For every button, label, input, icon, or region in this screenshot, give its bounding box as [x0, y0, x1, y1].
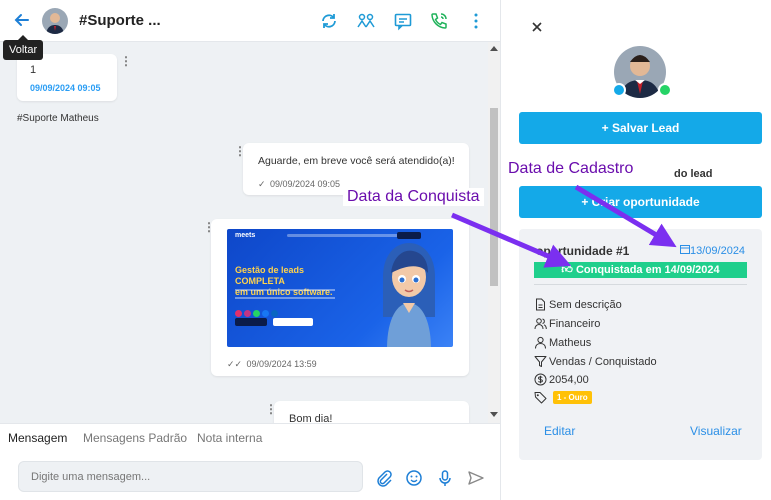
composer-tabs: Mensagem Mensagens Padrão Nota interna — [0, 423, 500, 453]
message-text: 1 — [30, 64, 37, 76]
thumbs-up-icon: 👍︎ — [561, 264, 576, 276]
phone-icon[interactable] — [429, 11, 449, 31]
section-title: do lead — [674, 168, 713, 180]
scroll-thumb[interactable] — [490, 108, 498, 286]
users-icon — [534, 318, 547, 330]
message-text: Bom dia! — [289, 413, 333, 423]
chat-header: #Suporte ... — [0, 0, 500, 42]
message-options-icon[interactable]: ⋮ — [120, 55, 132, 67]
read-check-icon: ✓✓ — [227, 359, 243, 369]
plus-icon: + — [601, 121, 612, 135]
chat-scrollbar[interactable] — [488, 42, 500, 423]
more-options-icon[interactable] — [466, 11, 486, 31]
tag-icon — [534, 392, 547, 404]
sync-badge-icon — [612, 83, 626, 97]
annotation-created-label: Data de Cadastro — [504, 160, 638, 178]
save-lead-button[interactable]: + Salvar Lead — [519, 112, 762, 144]
tab-message[interactable]: Mensagem — [8, 431, 67, 445]
message-text: Aguarde, em breve você será atendido(a)! — [258, 155, 455, 167]
card-divider — [534, 284, 747, 285]
message-input[interactable] — [18, 461, 363, 492]
message-bubble-outgoing: Bom dia! — [274, 401, 469, 423]
whatsapp-badge-icon — [658, 83, 672, 97]
annotation-won-label: Data da Conquista — [343, 188, 484, 206]
scroll-down-icon[interactable] — [490, 412, 498, 417]
microphone-icon[interactable] — [436, 469, 454, 487]
message-time: 09/09/2024 09:05 — [270, 179, 341, 189]
chat-messages-area[interactable]: 1 09/09/2024 09:05 ⋮ #Suporte Matheus ⋮ … — [0, 42, 488, 423]
tab-internal-note[interactable]: Nota interna — [197, 431, 262, 445]
create-opportunity-button[interactable]: + Criar oportunidade — [519, 186, 762, 218]
created-date: 13/09/2024 — [680, 244, 745, 257]
edit-link[interactable]: Editar — [544, 424, 575, 438]
message-time: 09/09/2024 09:05 — [30, 83, 101, 93]
tab-standard-messages[interactable]: Mensagens Padrão — [83, 431, 187, 445]
send-icon[interactable] — [467, 469, 485, 487]
transfer-users-icon[interactable] — [356, 11, 376, 31]
message-bubble-incoming: 1 09/09/2024 09:05 — [17, 54, 117, 101]
calendar-icon — [680, 245, 690, 254]
contact-avatar[interactable] — [42, 8, 68, 34]
plus-icon: + — [581, 195, 592, 209]
preview-logo: meets — [235, 232, 256, 239]
document-icon — [536, 298, 545, 311]
scroll-up-icon[interactable] — [490, 46, 498, 51]
sender-label: #Suporte Matheus — [17, 113, 99, 124]
user-icon — [535, 336, 546, 349]
website-preview-image[interactable]: meets Gestão de leads COMPLETA em um únic… — [227, 229, 453, 347]
opportunity-title: oportunidade #1 — [536, 244, 630, 258]
view-link[interactable]: Visualizar — [690, 424, 742, 438]
won-status-badge: 👍︎ Conquistada em 14/09/2024 — [534, 262, 747, 278]
back-arrow-icon[interactable] — [12, 10, 32, 30]
emoji-icon[interactable] — [405, 469, 423, 487]
detail-tag — [534, 391, 550, 405]
back-tooltip: Voltar — [3, 35, 44, 60]
close-icon[interactable] — [529, 19, 545, 35]
character-illustration — [383, 243, 435, 347]
attach-icon[interactable] — [375, 469, 393, 487]
sync-icon[interactable] — [319, 11, 339, 31]
dollar-icon — [534, 373, 547, 386]
funnel-icon — [534, 356, 547, 367]
contact-title[interactable]: #Suporte ... — [79, 12, 161, 29]
message-icon[interactable] — [393, 11, 413, 31]
tag-badge: 1 - Ouro — [553, 391, 592, 404]
sent-check-icon: ✓ — [258, 179, 266, 189]
message-time: 09/09/2024 13:59 — [246, 359, 317, 369]
